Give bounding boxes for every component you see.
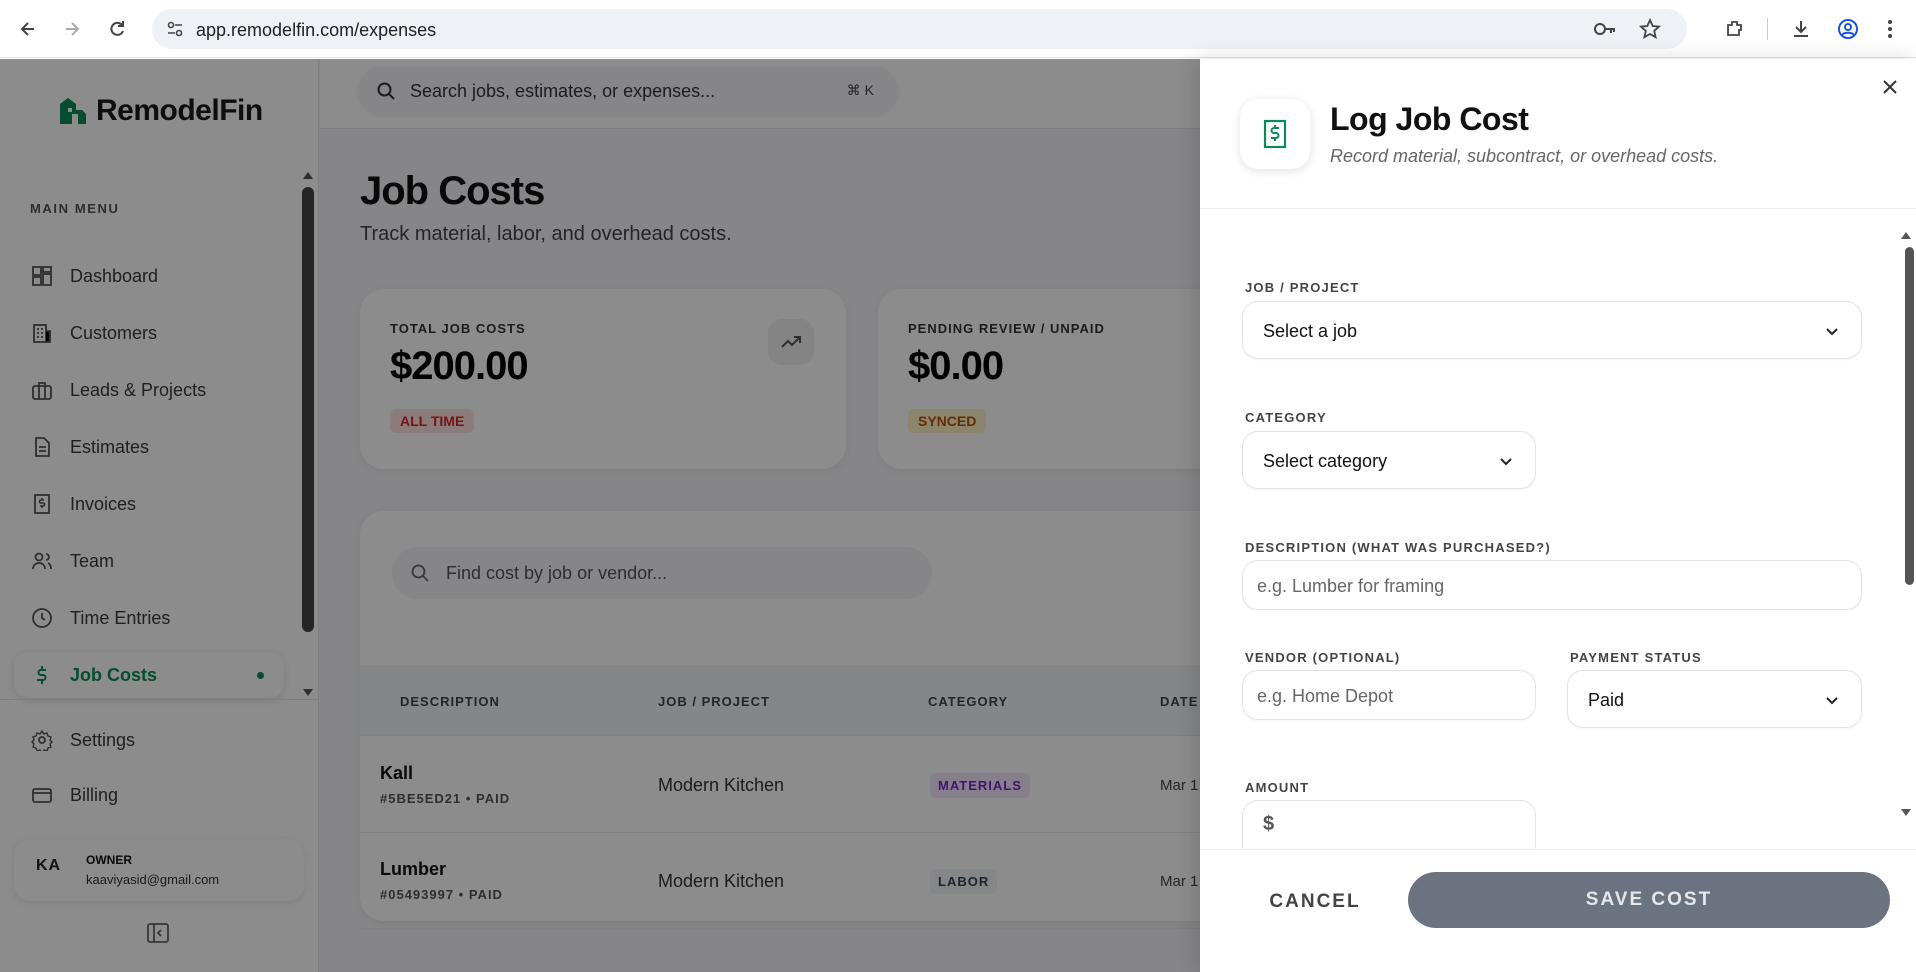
job-select-value: Select a job <box>1263 321 1358 341</box>
chevron-down-icon <box>1823 691 1841 709</box>
url-text[interactable]: app.remodelfin.com/expenses <box>196 20 436 41</box>
panel-title: Log Job Cost <box>1330 101 1529 137</box>
vendor-placeholder: e.g. Home Depot <box>1257 686 1394 706</box>
amount-field-label: AMOUNT <box>1245 780 1310 795</box>
payment-status-select[interactable]: Paid <box>1567 670 1862 728</box>
reload-icon[interactable] <box>103 15 131 43</box>
extensions-icon[interactable] <box>1722 16 1748 42</box>
close-icon[interactable] <box>1880 77 1902 99</box>
download-icon[interactable] <box>1788 16 1814 42</box>
chevron-down-icon <box>1497 452 1515 470</box>
modal-backdrop[interactable] <box>0 59 1200 972</box>
address-bar[interactable]: app.remodelfin.com/expenses <box>152 9 1687 49</box>
forward-icon[interactable] <box>58 15 86 43</box>
more-menu-icon[interactable] <box>1877 16 1903 42</box>
save-cost-button[interactable]: SAVE COST <box>1408 872 1890 928</box>
toolbar-divider <box>1767 18 1768 40</box>
amount-input[interactable]: $ <box>1242 800 1536 848</box>
job-select[interactable]: Select a job <box>1242 301 1862 359</box>
category-select[interactable]: Select category <box>1242 431 1536 489</box>
description-input[interactable]: e.g. Lumber for framing <box>1242 560 1862 610</box>
description-placeholder: e.g. Lumber for framing <box>1257 576 1445 596</box>
vendor-field-label: VENDOR (OPTIONAL) <box>1245 650 1401 665</box>
password-key-icon[interactable] <box>1593 19 1617 44</box>
receipt-dollar-icon <box>1240 99 1310 169</box>
vendor-input[interactable]: e.g. Home Depot <box>1242 670 1536 720</box>
panel-header: Log Job Cost Record material, subcontrac… <box>1200 59 1916 209</box>
panel-subtitle: Record material, subcontract, or overhea… <box>1330 146 1719 166</box>
chevron-down-icon <box>1823 322 1841 340</box>
description-field-label: DESCRIPTION (WHAT WAS PURCHASED?) <box>1245 540 1551 555</box>
cancel-button[interactable]: CANCEL <box>1240 874 1390 930</box>
profile-icon[interactable] <box>1835 16 1861 42</box>
browser-toolbar: app.remodelfin.com/expenses <box>0 0 1916 58</box>
payment-status-value: Paid <box>1588 690 1625 710</box>
payment-status-label: PAYMENT STATUS <box>1570 650 1702 665</box>
panel-footer: CANCEL SAVE COST <box>1200 849 1916 972</box>
job-field-label: JOB / PROJECT <box>1245 280 1360 295</box>
category-select-value: Select category <box>1263 451 1388 471</box>
bookmark-star-icon[interactable] <box>1638 17 1662 45</box>
currency-prefix: $ <box>1263 813 1275 835</box>
site-settings-icon[interactable] <box>166 20 184 43</box>
back-icon[interactable] <box>14 15 42 43</box>
log-job-cost-panel: Log Job Cost Record material, subcontrac… <box>1200 59 1916 972</box>
category-field-label: CATEGORY <box>1245 410 1327 425</box>
panel-scrollbar-thumb[interactable] <box>1905 247 1914 585</box>
